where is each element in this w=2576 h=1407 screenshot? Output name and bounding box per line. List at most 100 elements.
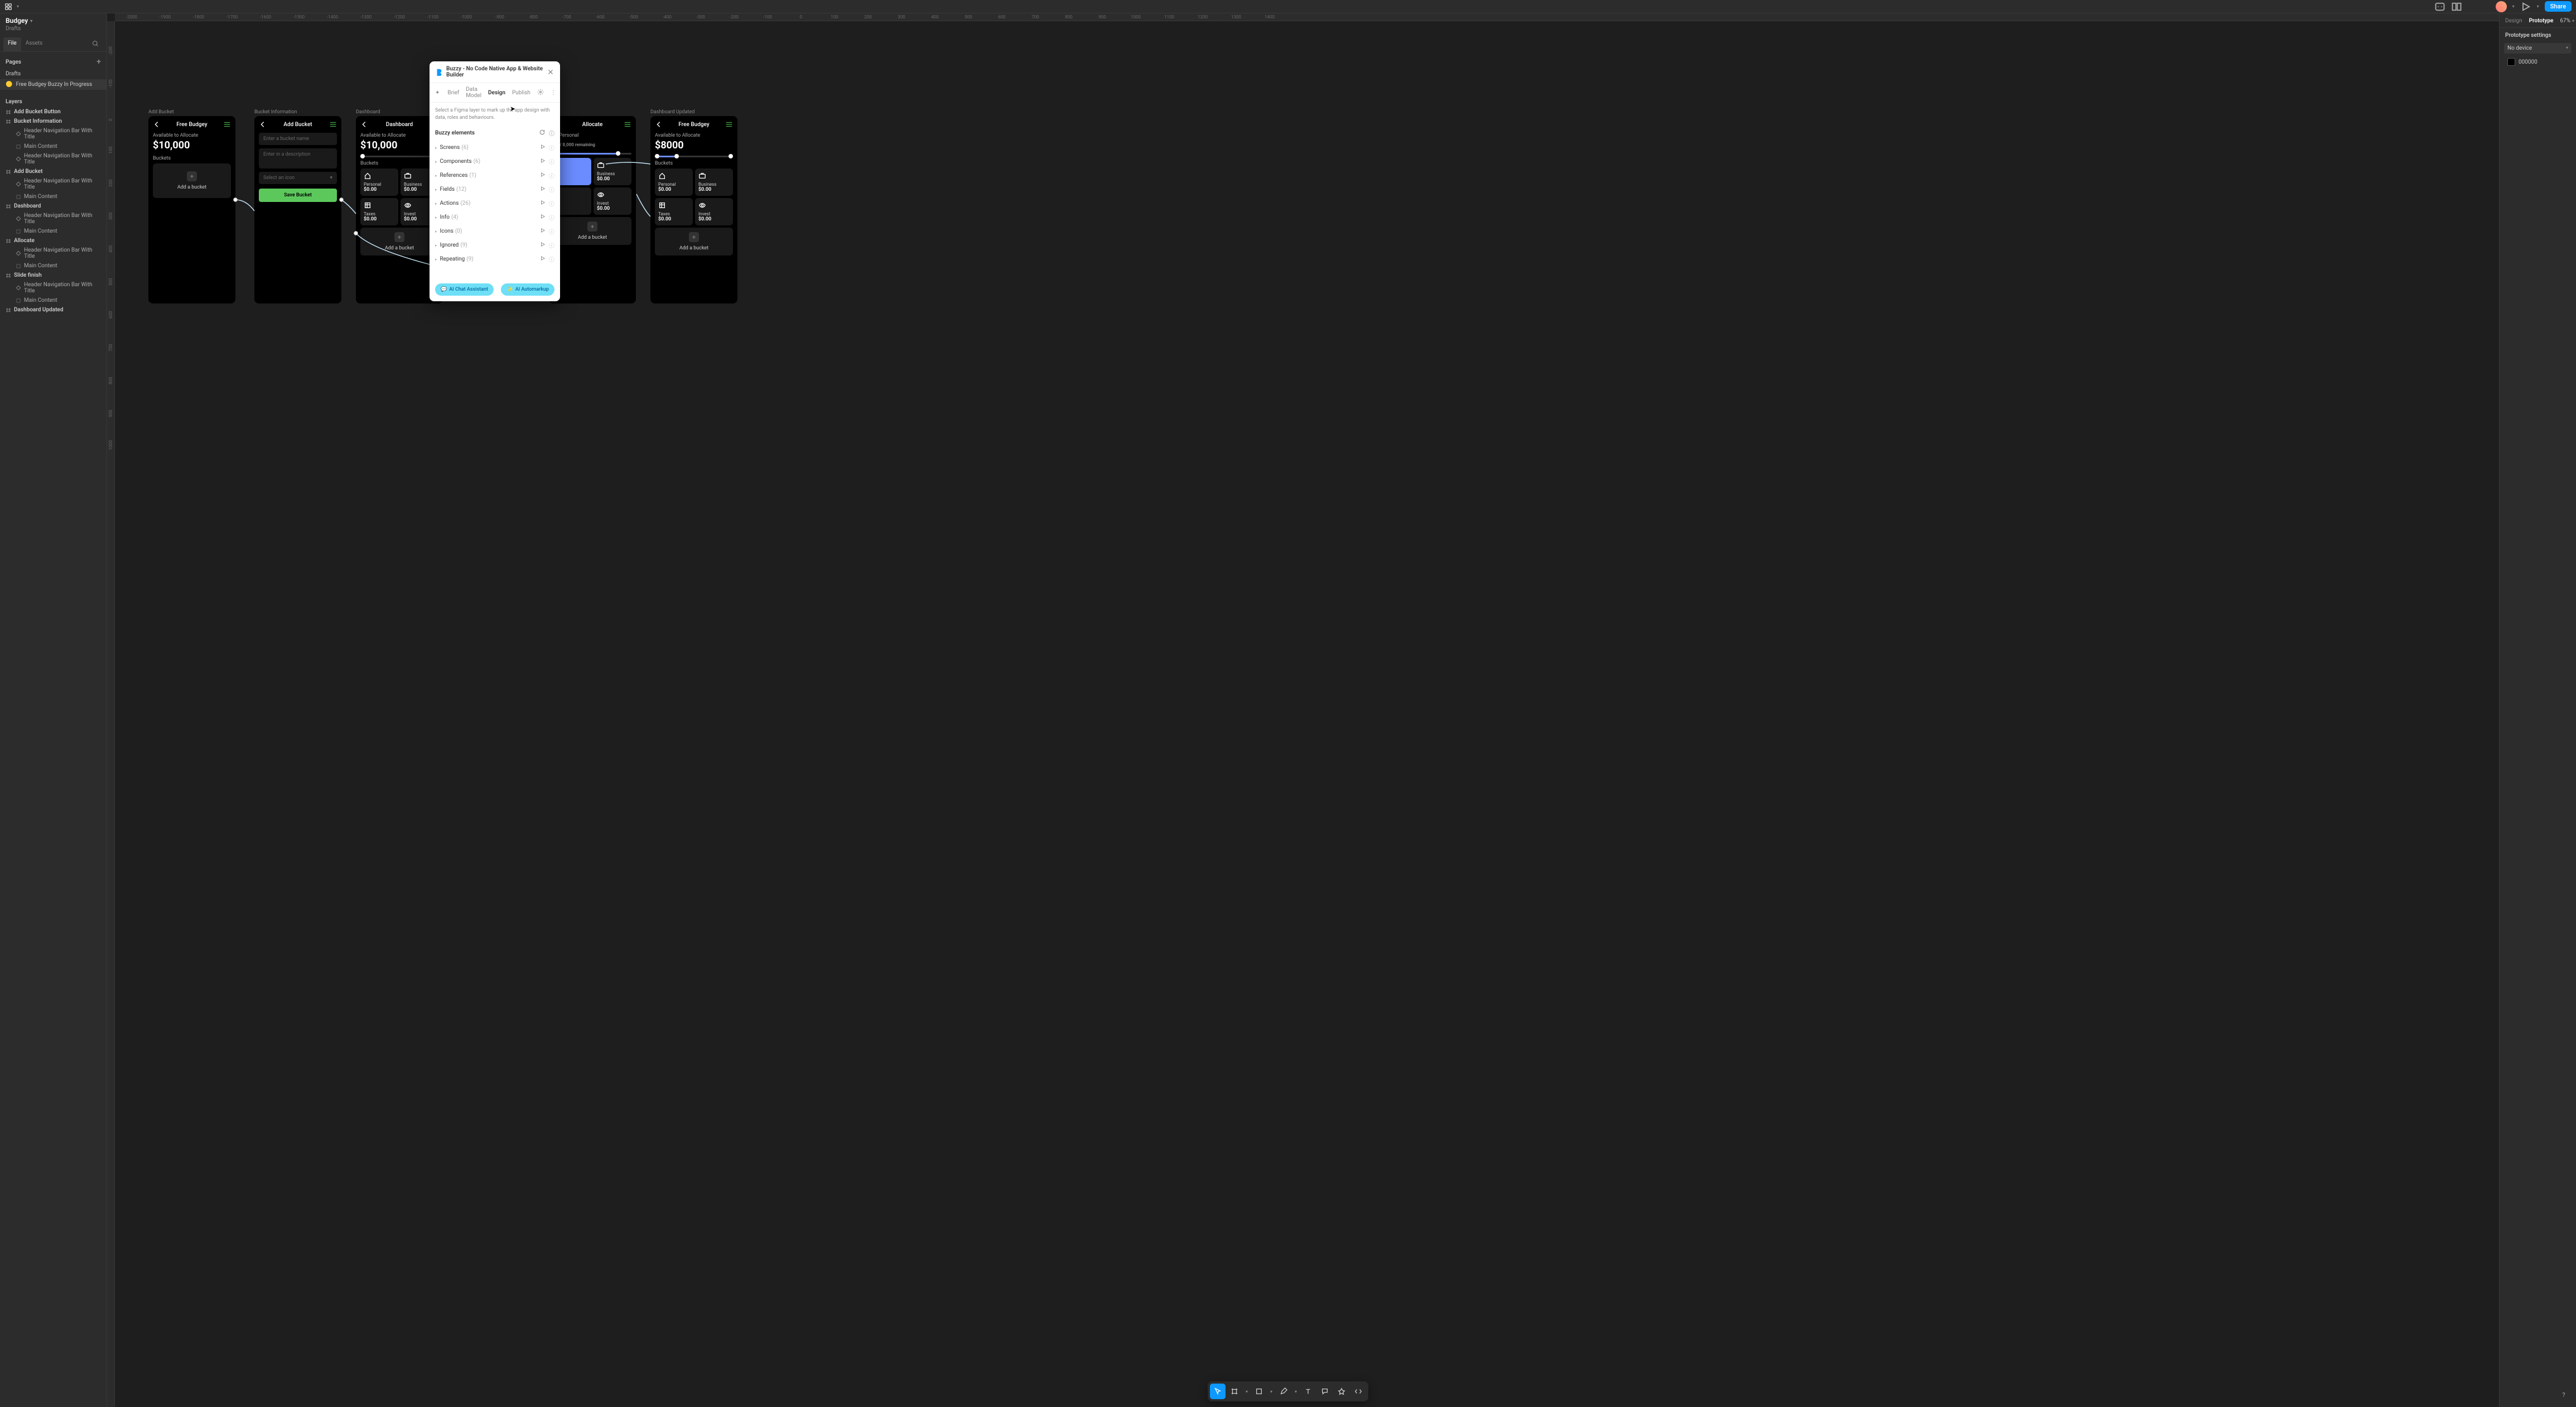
play-icon[interactable] xyxy=(540,242,546,249)
play-icon[interactable] xyxy=(540,172,546,179)
comment-tool[interactable] xyxy=(1317,1384,1333,1399)
share-button[interactable]: Share xyxy=(2545,1,2572,12)
expand-icon[interactable]: ▸ xyxy=(435,201,437,206)
layer-item[interactable]: Header Navigation Bar With Title xyxy=(0,211,107,227)
layer-item[interactable]: Add Bucket xyxy=(0,167,107,176)
gear-icon[interactable] xyxy=(537,89,544,97)
more-icon[interactable]: ⋮ xyxy=(551,90,556,96)
play-icon[interactable] xyxy=(540,158,546,165)
frame-add-bucket[interactable]: Free Budgey Available to Allocate $10,00… xyxy=(148,116,235,303)
expand-icon[interactable]: ▸ xyxy=(435,146,437,150)
help-icon[interactable]: ⓘ xyxy=(549,213,554,221)
element-row[interactable]: ▸References(1)ⓘ xyxy=(435,168,554,182)
tab-publish[interactable]: Publish xyxy=(512,90,530,96)
avatar[interactable] xyxy=(2496,1,2507,12)
tab-assets[interactable]: Assets xyxy=(21,37,47,51)
layer-item[interactable]: Header Navigation Bar With Title xyxy=(0,126,107,142)
element-row[interactable]: ▸Actions(26)ⓘ xyxy=(435,196,554,210)
page-item[interactable]: Drafts xyxy=(0,69,107,79)
element-row[interactable]: ▸Repeating(9)ⓘ xyxy=(435,252,554,266)
help-icon[interactable]: ⓘ xyxy=(549,129,554,137)
help-icon[interactable]: ⓘ xyxy=(549,241,554,249)
tab-brief[interactable]: Brief xyxy=(447,90,459,96)
dev-mode-icon[interactable] xyxy=(2451,1,2462,12)
background-color[interactable]: 000000 xyxy=(2504,56,2572,68)
frame-label[interactable]: Dashboard xyxy=(356,109,380,115)
expand-icon[interactable]: ▸ xyxy=(435,229,437,234)
help-icon[interactable]: ⓘ xyxy=(549,227,554,235)
help-icon[interactable]: ⓘ xyxy=(549,185,554,194)
frame-label[interactable]: Dashboard Updated xyxy=(650,109,694,115)
element-row[interactable]: ▸Icons(0)ⓘ xyxy=(435,224,554,238)
frame-dashboard-updated[interactable]: Free Budgey Available to Allocate $8000 … xyxy=(650,116,737,303)
expand-icon[interactable]: ▸ xyxy=(435,160,437,164)
help-icon[interactable]: ⓘ xyxy=(549,143,554,152)
expand-icon[interactable]: ▸ xyxy=(435,174,437,178)
search-icon[interactable] xyxy=(88,37,103,51)
figma-menu-icon[interactable] xyxy=(4,3,12,11)
ai-icon[interactable] xyxy=(2434,1,2445,12)
add-page-icon[interactable]: + xyxy=(97,57,101,66)
close-icon[interactable] xyxy=(547,68,554,76)
frame-allocate[interactable]: Allocate to Personal 0 / 8,000 remaining… xyxy=(549,116,636,303)
shape-chevron[interactable]: ▾ xyxy=(1268,1384,1275,1399)
element-row[interactable]: ▸Info(4)ⓘ xyxy=(435,210,554,224)
expand-icon[interactable]: ▸ xyxy=(435,243,437,248)
help-icon[interactable]: ⓘ xyxy=(549,255,554,263)
shape-tool[interactable] xyxy=(1251,1384,1267,1399)
frame-bucket-info[interactable]: Add Bucket Enter a bucket name Enter in … xyxy=(254,116,341,303)
layer-item[interactable]: Header Navigation Bar With Title xyxy=(0,245,107,261)
layer-item[interactable]: Main Content xyxy=(0,142,107,151)
help-button[interactable]: ? xyxy=(2557,1388,2570,1401)
pen-tool[interactable] xyxy=(1276,1384,1291,1399)
chevron-down-icon[interactable]: ▾ xyxy=(17,4,19,9)
play-icon[interactable] xyxy=(540,186,546,193)
layer-item[interactable]: Header Navigation Bar With Title xyxy=(0,176,107,192)
play-icon[interactable] xyxy=(540,144,546,151)
tab-design[interactable]: Design xyxy=(488,90,505,96)
play-icon[interactable] xyxy=(540,214,546,221)
layer-item[interactable]: Slide finish xyxy=(0,271,107,280)
tab-data-model[interactable]: Data Model xyxy=(466,86,481,99)
layer-item[interactable]: Main Content xyxy=(0,296,107,305)
expand-icon[interactable]: ▸ xyxy=(435,187,437,192)
text-tool[interactable] xyxy=(1300,1384,1316,1399)
actions-tool[interactable] xyxy=(1334,1384,1349,1399)
layer-item[interactable]: Dashboard Updated xyxy=(0,305,107,315)
element-row[interactable]: ▸Ignored(9)ⓘ xyxy=(435,238,554,252)
device-select[interactable]: No device▾ xyxy=(2504,43,2572,54)
project-name[interactable]: Budgey▾ xyxy=(6,17,101,25)
layer-item[interactable]: Main Content xyxy=(0,192,107,201)
element-row[interactable]: ▸Fields(12)ⓘ xyxy=(435,182,554,196)
avatar-chevron-icon[interactable]: ▾ xyxy=(2512,4,2515,9)
pen-chevron[interactable]: ▾ xyxy=(1292,1384,1299,1399)
element-row[interactable]: ▸Components(6)ⓘ xyxy=(435,155,554,168)
layer-item[interactable]: Main Content xyxy=(0,227,107,236)
layer-item[interactable]: Main Content xyxy=(0,261,107,271)
page-item[interactable]: 🟡Free Budgey Buzzy In Progress xyxy=(0,79,107,90)
layer-item[interactable]: Allocate xyxy=(0,236,107,245)
play-icon[interactable] xyxy=(540,256,546,263)
play-icon[interactable] xyxy=(540,228,546,235)
tab-design[interactable]: Design xyxy=(2505,18,2522,24)
frame-chevron[interactable]: ▾ xyxy=(1243,1384,1250,1399)
expand-icon[interactable]: ▸ xyxy=(435,215,437,220)
tab-file[interactable]: File xyxy=(3,37,21,51)
layer-item[interactable]: Add Bucket Button xyxy=(0,107,107,117)
help-icon[interactable]: ⓘ xyxy=(549,171,554,180)
present-icon[interactable] xyxy=(2520,1,2531,12)
layer-item[interactable]: Dashboard xyxy=(0,201,107,211)
layer-item[interactable]: Header Navigation Bar With Title xyxy=(0,151,107,167)
frame-tool[interactable] xyxy=(1227,1384,1242,1399)
present-chevron-icon[interactable]: ▾ xyxy=(2537,4,2539,9)
ai-automarkup-button[interactable]: ✨AI Automarkup xyxy=(501,283,554,296)
expand-icon[interactable]: ▸ xyxy=(435,257,437,262)
layer-item[interactable]: Header Navigation Bar With Title xyxy=(0,280,107,296)
refresh-icon[interactable] xyxy=(539,129,546,137)
sparkle-icon[interactable]: ✦ xyxy=(435,90,440,96)
project-location[interactable]: Drafts xyxy=(6,26,101,32)
frame-label[interactable]: Add Bucket xyxy=(148,109,174,115)
help-icon[interactable]: ⓘ xyxy=(549,199,554,208)
frame-label[interactable]: Bucket Information xyxy=(254,109,297,115)
play-icon[interactable] xyxy=(540,200,546,207)
